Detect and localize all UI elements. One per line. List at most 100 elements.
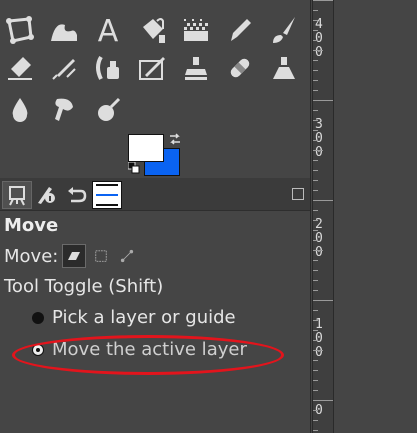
pick-layer-label: Pick a layer or guide — [52, 307, 236, 328]
move-mode-row: Move: — [4, 244, 138, 268]
perspective-clone-icon[interactable] — [266, 50, 302, 86]
ruler-tick — [313, 60, 318, 61]
ruler-tick — [313, 260, 318, 261]
move-layer-mode-button[interactable] — [62, 244, 87, 268]
heal-warp-icon[interactable] — [46, 12, 82, 48]
ruler-tick — [313, 190, 318, 191]
ruler-tick — [313, 310, 318, 311]
tool-options-tab-icon — [9, 186, 25, 206]
ruler-tick — [313, 300, 333, 301]
ruler-tick — [313, 250, 323, 251]
ruler-label: 0 — [315, 131, 323, 146]
toolbox: A — [0, 0, 310, 178]
images-tab-icon — [96, 184, 118, 206]
ruler-label: 0 — [315, 331, 323, 346]
ruler-tick — [313, 240, 318, 241]
mypaint-brush-icon[interactable] — [134, 50, 170, 86]
ruler-tick — [313, 70, 318, 71]
airbrush-icon[interactable] — [46, 50, 82, 86]
ruler-tick — [313, 150, 323, 151]
ruler-tick — [313, 90, 318, 91]
ruler-tick — [313, 20, 318, 21]
tool-options-panel: Move Move: Tool Toggle (Shift) Pick a la… — [0, 211, 310, 433]
ruler-tick — [313, 380, 318, 381]
svg-text:A: A — [98, 15, 119, 45]
swap-colors-icon[interactable] — [168, 132, 182, 146]
paths-icon[interactable] — [2, 12, 38, 48]
ruler-tick — [313, 0, 333, 1]
red-ellipse-annotation — [12, 335, 284, 375]
ruler-tick — [313, 340, 318, 341]
ruler-tick — [313, 220, 318, 221]
ruler-label: 0 — [315, 345, 323, 360]
ruler-tick — [313, 30, 318, 31]
device-status-tab-icon — [38, 187, 55, 204]
ruler-tick — [313, 140, 318, 141]
images-tab[interactable] — [92, 181, 122, 209]
tool-toggle-label: Tool Toggle (Shift) — [4, 276, 164, 297]
ruler-tick — [313, 270, 318, 271]
image-canvas-area[interactable] — [334, 0, 417, 433]
ruler-tick — [313, 80, 318, 81]
heal-icon[interactable] — [222, 50, 258, 86]
ink-icon[interactable] — [90, 50, 126, 86]
ruler-tick — [313, 410, 318, 411]
ruler-label: 0 — [315, 145, 323, 160]
bucket-fill-icon[interactable] — [134, 12, 170, 48]
path-mode-icon — [121, 249, 134, 263]
ruler-tick — [313, 370, 318, 371]
dodge-burn-icon[interactable] — [90, 92, 126, 128]
ruler-tick — [313, 50, 323, 51]
ruler-tick — [313, 110, 318, 111]
tab-menu-icon[interactable] — [292, 188, 304, 200]
ruler-tick — [313, 210, 318, 211]
ruler-tick — [313, 200, 333, 201]
ruler-tick — [313, 330, 318, 331]
eraser-icon[interactable] — [2, 50, 38, 86]
ruler-tick — [313, 100, 333, 101]
paintbrush-icon[interactable] — [266, 12, 302, 48]
move-label: Move: — [4, 245, 59, 267]
ruler-tick — [313, 280, 318, 281]
ruler-tick — [313, 230, 318, 231]
smudge-icon[interactable] — [46, 92, 82, 128]
dock-tab-bar — [0, 178, 310, 211]
text-tool-icon[interactable]: A — [90, 12, 126, 48]
ruler-tick — [313, 430, 318, 431]
move-selection-mode-button[interactable] — [90, 245, 112, 267]
undo-history-tab-icon — [68, 187, 87, 203]
tool-options-tab[interactable] — [2, 181, 32, 209]
blur-sharpen-icon[interactable] — [2, 92, 38, 128]
undo-history-tab[interactable] — [62, 181, 90, 207]
ruler-tick — [313, 160, 318, 161]
pick-layer-option[interactable]: Pick a layer or guide — [32, 307, 236, 328]
ruler-tick — [313, 120, 318, 121]
gradient-icon[interactable] — [178, 12, 214, 48]
foreground-color-swatch[interactable] — [128, 134, 164, 162]
ruler-tick — [313, 40, 318, 41]
ruler-tick — [313, 10, 318, 11]
ruler-tick — [313, 350, 323, 351]
vertical-ruler: 4 0 0 3 0 0 2 0 0 1 0 0 0 — [312, 0, 334, 433]
pencil-icon[interactable] — [222, 12, 258, 48]
ruler-tick — [313, 360, 318, 361]
color-selector[interactable] — [128, 132, 186, 178]
ruler-tick — [313, 130, 318, 131]
pick-layer-radio[interactable] — [32, 311, 44, 324]
device-status-tab[interactable] — [32, 181, 60, 207]
clone-icon[interactable] — [178, 50, 214, 86]
ruler-tick — [313, 420, 318, 421]
ruler-tick — [313, 320, 318, 321]
ruler-tick — [313, 400, 333, 401]
panel-title: Move — [4, 215, 59, 236]
ruler-label: 0 — [315, 231, 323, 246]
move-path-mode-button[interactable] — [116, 245, 138, 267]
ruler-tick — [313, 180, 318, 181]
layer-mode-icon — [68, 252, 81, 260]
ruler-tick — [313, 290, 318, 291]
reset-colors-icon[interactable] — [128, 162, 140, 174]
ruler-tick — [313, 390, 318, 391]
dock-divider — [310, 0, 311, 433]
ruler-label: 0 — [315, 245, 323, 260]
ruler-label: 0 — [315, 31, 323, 46]
